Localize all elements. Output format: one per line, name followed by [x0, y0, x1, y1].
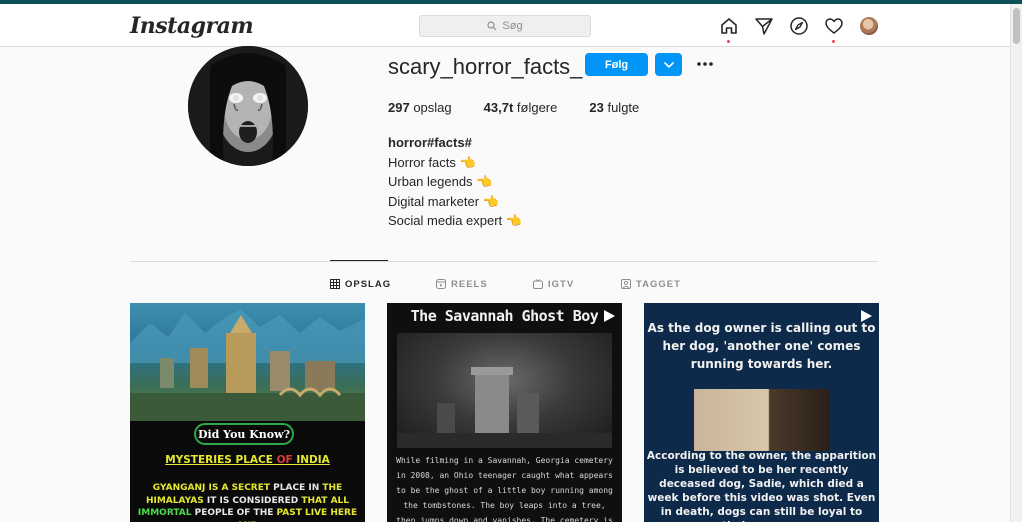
profile-avatar-button[interactable]: [860, 17, 878, 35]
did-you-know-badge: Did You Know?: [194, 423, 294, 445]
post-headline: As the dog owner is calling out to her d…: [647, 321, 876, 371]
bio-line: Digital marketer 👈: [388, 193, 499, 209]
post-caption-text: According to the owner, the apparition i…: [646, 450, 877, 522]
chevron-down-icon: [663, 61, 674, 68]
profile-picture[interactable]: [188, 46, 308, 166]
home-button[interactable]: [719, 16, 739, 36]
bio-name: horror#facts#: [388, 135, 472, 150]
tab-posts[interactable]: OPSLAG: [330, 277, 391, 291]
stat-posts: 297 opslag: [388, 100, 452, 115]
tagged-icon: [621, 279, 631, 289]
profile-stats: 297 opslag 43,7t følgere 23 fulgte: [388, 100, 671, 115]
search-icon: [487, 21, 497, 31]
igtv-icon: [533, 279, 543, 289]
profile-bio: horror#facts# Horror facts 👈 Urban legen…: [388, 133, 522, 231]
post-thumbnail[interactable]: Did You Know? MYSTERIES PLACE OF INDIA G…: [130, 303, 365, 522]
instagram-logo[interactable]: Instagram: [130, 13, 254, 39]
bio-line: Social media expert 👈: [388, 213, 522, 228]
pointing-hand-icon: 👈: [476, 174, 493, 189]
post-thumbnail[interactable]: The Savannah Ghost Boy While filming in …: [387, 303, 622, 522]
direct-button[interactable]: [754, 16, 774, 36]
heart-icon: [825, 18, 843, 34]
ellipsis-icon: [697, 62, 713, 66]
post-title: The Savannah Ghost Boy: [410, 307, 599, 325]
home-icon: [721, 18, 737, 34]
pointing-hand-icon: 👈: [482, 193, 499, 209]
post-image-city: [130, 303, 365, 421]
follow-button[interactable]: Følg: [585, 53, 648, 76]
stat-followers[interactable]: 43,7t følgere: [484, 100, 558, 115]
scrollbar-track[interactable]: [1010, 4, 1022, 522]
tabs-divider: [130, 261, 878, 262]
tab-igtv[interactable]: IGTV: [533, 277, 574, 291]
bio-line: Horror facts 👈: [388, 154, 476, 170]
post-headline: MYSTERIES PLACE OF INDIA: [165, 454, 330, 466]
post-caption-text: GYANGANJ IS A SECRET PLACE IN THE HIMALA…: [137, 483, 358, 522]
home-notification-dot: [727, 40, 730, 43]
suggested-dropdown-button[interactable]: [655, 53, 682, 76]
search-placeholder: Søg: [502, 20, 523, 32]
activity-button[interactable]: [824, 16, 844, 36]
scrollbar-thumb[interactable]: [1013, 8, 1020, 44]
pointing-hand-icon: 👈: [505, 213, 522, 228]
search-input[interactable]: Søg: [419, 15, 591, 37]
profile-username: scary_horror_facts_: [388, 54, 583, 79]
explore-button[interactable]: [789, 16, 809, 36]
video-icon: [861, 310, 872, 322]
post-image-dog-hallway: [694, 389, 829, 451]
activity-notification-dot: [832, 40, 835, 43]
stat-following[interactable]: 23 fulgte: [589, 100, 639, 115]
tab-tagged[interactable]: TAGGET: [621, 277, 681, 291]
bio-line: Urban legends 👈: [388, 174, 493, 189]
paper-plane-icon: [755, 18, 773, 35]
post-caption-text: While filming in a Savannah, Georgia cem…: [396, 456, 613, 522]
compass-icon: [790, 17, 808, 35]
tab-reels[interactable]: REELS: [436, 277, 488, 291]
post-image-cemetery: [397, 333, 612, 448]
active-tab-indicator: [330, 260, 388, 261]
pointing-hand-icon: 👈: [459, 154, 476, 170]
post-thumbnail[interactable]: As the dog owner is calling out to her d…: [644, 303, 879, 522]
ghost-face-image: [188, 46, 308, 166]
reels-icon: [436, 279, 446, 289]
top-navbar: Instagram Søg: [0, 4, 1010, 47]
more-options-button[interactable]: [694, 56, 716, 72]
grid-icon: [330, 279, 340, 289]
video-icon: [604, 310, 615, 322]
